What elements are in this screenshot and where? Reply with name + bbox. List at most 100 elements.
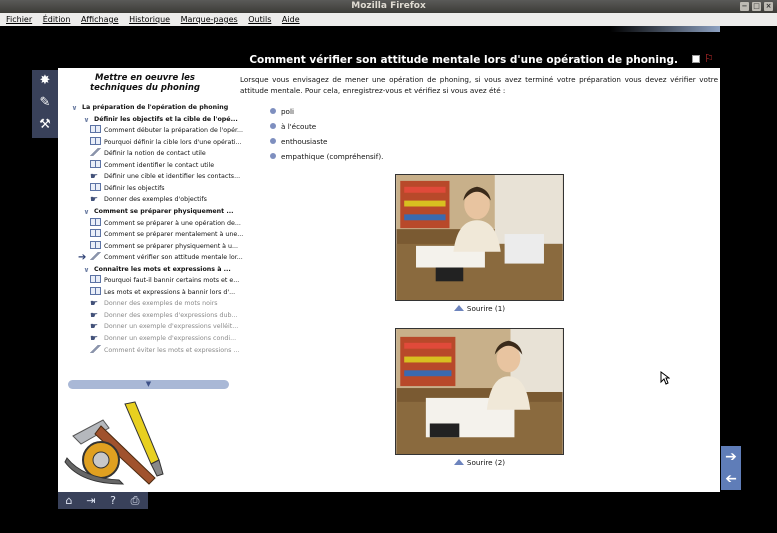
menu-affichage[interactable]: Affichage [81,15,119,24]
tools-icon[interactable]: ⚒ [36,116,54,134]
pencil-icon [90,344,101,353]
tree-item[interactable]: Pourquoi faut-il bannir certains mots et… [90,275,239,286]
tree-item-label: Donner des exemples de mots noirs [104,300,218,308]
tree-item-label: Définir la notion de contact utile [104,150,206,158]
tree-item[interactable]: ☛ Définir une cible et identifier les con… [90,171,240,182]
book-icon [90,125,101,134]
tree-item-label: Donner un exemple d'expressions velléit.… [104,323,239,331]
book-icon [90,240,101,249]
tree-item-label: Comment identifier le contact utile [104,161,215,169]
list-item: enthousiaste [270,134,383,149]
book-icon [90,136,101,145]
home-icon[interactable]: ⌂ [60,493,78,508]
menu-edition[interactable]: Édition [43,15,71,24]
tree-item-label: Pourquoi définir la cible lors d'une opé… [104,138,242,146]
main-panel: Mettre en oeuvre les techniques du phoni… [58,68,720,492]
list-item: à l'écoute [270,119,383,134]
tree-item-label: Comment se préparer physiquement ... [94,207,234,215]
tree-item[interactable]: Comment se préparer à une opération de..… [90,217,241,229]
chevron-down-icon: ∨ [71,104,78,112]
menu-historique[interactable]: Historique [129,15,170,24]
exit-icon[interactable]: ⇥ [82,493,100,508]
tree-item[interactable]: Les mots et expressions à bannir lors d'… [90,286,236,298]
pencil-tool-icon[interactable]: ✎ [36,94,54,112]
book-icon [90,159,101,168]
print-icon[interactable]: ⎙ [126,493,144,508]
tree-item[interactable]: Comment vérifier son attitude mentale lo… [90,252,243,263]
tree-item[interactable]: Comment débuter la préparation de l'opér… [90,125,243,136]
book-icon [90,286,101,295]
chevron-down-icon: ∨ [83,207,90,216]
bottom-toolbar: ⌂ ⇥ ? ⎙ [58,492,148,509]
photo-caption[interactable]: Sourire (1) [395,304,564,313]
page-navigation: ➔ ➔ [721,446,741,490]
tree-section[interactable]: ∨ La préparation de l'opération de phonin… [70,102,229,113]
tree-item-label: Comment se préparer physiquement à u... [104,242,239,250]
menu-outils[interactable]: Outils [248,15,271,24]
tree-item-label: Comment éviter les mots et expressions .… [104,346,240,354]
tools-illustration [64,401,164,485]
pointing-hand-icon: ☛ [90,322,99,333]
tree-item-label: Définir les objectifs et la cible de l'o… [94,115,238,123]
pointing-hand-icon: ☛ [90,299,99,310]
window-titlebar: Mozilla Firefox − □ × [0,0,777,13]
tree-item[interactable]: Comment éviter les mots et expressions .… [90,344,240,356]
tree-item[interactable]: ☛ Donner des exemples d'expressions dub..… [90,310,237,321]
tree-item[interactable]: Comment identifier le contact utile [90,159,215,171]
tree-item-label: Comment débuter la préparation de l'opér… [104,127,244,135]
menu-marque-pages[interactable]: Marque-pages [181,15,238,24]
photo-caption[interactable]: Sourire (2) [395,458,564,467]
tree-item-label: Comment se préparer à une opération de..… [104,219,241,227]
next-arrow-icon[interactable]: ➔ [723,448,739,466]
tree-item-label: Donner un exemple d'expressions condi... [104,335,237,342]
help-icon[interactable]: ? [104,493,122,508]
menu-aide[interactable]: Aide [282,15,300,24]
book-icon [90,182,101,191]
attitude-list: poli à l'écoute enthousiaste empathique … [270,104,383,164]
tree-section[interactable]: ∨ Connaître les mots et expressions à ... [82,264,231,275]
tree-item[interactable]: Définir les objectifs [90,182,165,194]
photo-sourire-1[interactable] [395,174,564,301]
pointing-hand-icon: ☛ [90,172,99,183]
tree-item-label: Définir une cible et identifier les cont… [104,173,241,181]
mark-checkbox[interactable] [692,55,700,63]
triangle-up-icon [453,459,464,465]
tree-scroll-down-button[interactable]: ▼ [68,380,229,389]
browser-content: Comment vérifier son attitude mentale lo… [0,26,777,533]
tree-item[interactable]: Comment se préparer physiquement à u... [90,240,239,252]
pencil-icon [90,252,101,261]
tree-item[interactable]: Définir la notion de contact utile [90,148,206,159]
tree-title: Mettre en oeuvre les techniques du phoni… [90,73,200,93]
menu-bar: Fichier Édition Affichage Historique Mar… [0,13,777,26]
page-title: Comment vérifier son attitude mentale lo… [249,54,678,66]
tree-item[interactable]: Pourquoi définir la cible lors d'une opé… [90,136,242,148]
tree-item[interactable]: ☛ Donner un exemple d'expressions condi..… [90,333,236,344]
pencil-icon [90,148,101,157]
left-icon-strip: ✸ ✎ ⚒ [32,70,58,138]
photo-sourire-2[interactable] [395,328,564,455]
maximize-button[interactable]: □ [752,2,761,11]
tree-item[interactable]: ☛ Donner des exemples d'objectifs [90,194,207,205]
book-icon [90,229,101,238]
minimize-button[interactable]: − [740,2,749,11]
list-item: poli [270,104,383,119]
tree-item-label: La préparation de l'opération de phoning [82,104,229,111]
current-item-arrow-icon: ➔ [78,252,87,264]
close-button[interactable]: × [764,2,773,11]
chevron-down-icon: ∨ [83,115,90,124]
pointing-hand-icon: ☛ [90,195,99,206]
tree-item-label: Connaître les mots et expressions à ... [94,265,231,273]
tree-item-label: Donner des exemples d'objectifs [104,196,207,204]
tree-item[interactable]: ☛ Donner un exemple d'expressions velléit… [90,321,238,332]
tree-item[interactable]: ☛ Donner des exemples de mots noirs [90,298,218,309]
menu-fichier[interactable]: Fichier [6,15,32,24]
tree-section[interactable]: ∨ Définir les objectifs et la cible de l'… [82,114,238,125]
book-icon [90,217,101,226]
previous-arrow-icon[interactable]: ➔ [723,470,739,488]
triangle-up-icon [453,305,464,311]
tree-item[interactable]: Comment se préparer mentalement à une... [90,229,243,240]
compass-star-icon[interactable]: ✸ [36,72,54,90]
tree-section[interactable]: ∨ Comment se préparer physiquement ... [82,206,234,217]
flag-icon[interactable]: ⚐ [704,53,716,65]
tree-item-label: Les mots et expressions à bannir lors d'… [104,288,236,296]
